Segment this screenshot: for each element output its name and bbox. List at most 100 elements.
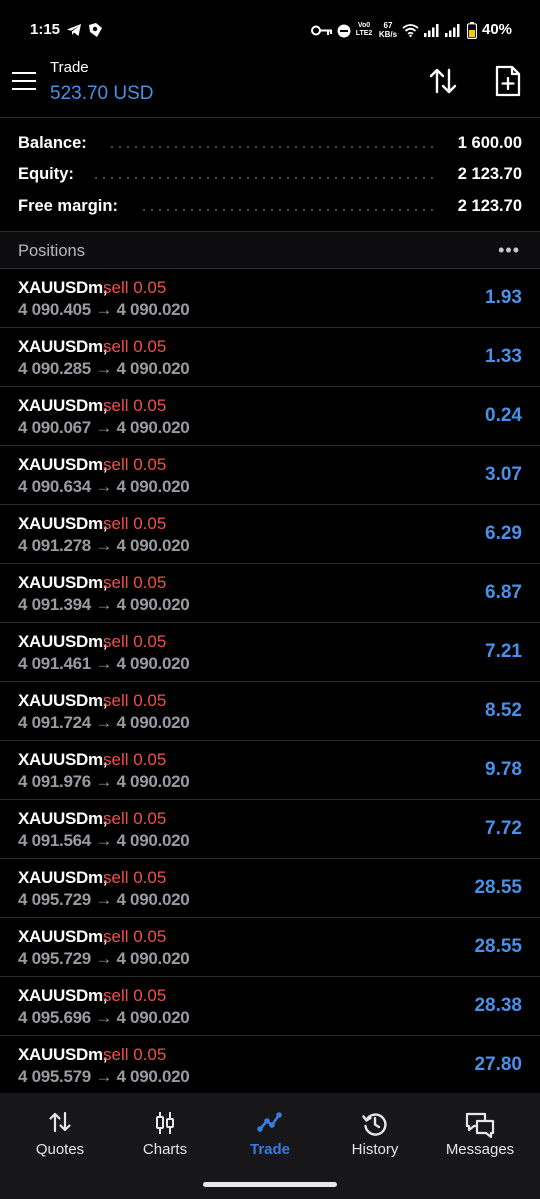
trade-icon <box>257 1112 282 1132</box>
balance-value: 1 600.00 <box>457 134 522 152</box>
position-profit: 27.80 <box>474 1054 522 1075</box>
messages-icon <box>465 1112 495 1139</box>
position-prices: 4 090.067 → 4 090.020 <box>18 418 190 437</box>
position-symbol: XAUUSDm, <box>18 337 108 356</box>
position-prices: 4 091.724 → 4 090.020 <box>18 713 190 732</box>
position-row[interactable]: XAUUSDm, sell 0.05 4 090.285 → 4 090.020… <box>0 327 540 386</box>
more-options-icon[interactable]: ••• <box>498 240 520 261</box>
position-symbol: XAUUSDm, <box>18 278 108 297</box>
position-symbol: XAUUSDm, <box>18 691 108 710</box>
position-row[interactable]: XAUUSDm, sell 0.05 4 095.729 → 4 090.020… <box>0 858 540 917</box>
position-symbol: XAUUSDm, <box>18 1045 108 1064</box>
position-row[interactable]: XAUUSDm, sell 0.05 4 095.696 → 4 090.020… <box>0 976 540 1035</box>
position-side: sell 0.05 <box>103 632 167 651</box>
position-row[interactable]: XAUUSDm, sell 0.05 4 091.976 → 4 090.020… <box>0 740 540 799</box>
nav-quotes[interactable]: Quotes <box>6 1093 114 1173</box>
position-row[interactable]: XAUUSDm, sell 0.05 4 091.564 → 4 090.020… <box>0 799 540 858</box>
position-side: sell 0.05 <box>103 337 167 356</box>
position-row[interactable]: XAUUSDm, sell 0.05 4 095.729 → 4 090.020… <box>0 917 540 976</box>
status-time: 1:15 <box>30 21 61 38</box>
position-row[interactable]: XAUUSDm, sell 0.05 4 091.724 → 4 090.020… <box>0 681 540 740</box>
position-side: sell 0.05 <box>103 573 167 592</box>
position-row[interactable]: XAUUSDm, sell 0.05 4 090.634 → 4 090.020… <box>0 445 540 504</box>
app-header: Trade 523.70 USD <box>0 56 540 116</box>
equity-label: Equity: <box>18 165 74 183</box>
position-prices: 4 091.461 → 4 090.020 <box>18 654 190 673</box>
do-not-disturb-icon <box>337 24 351 38</box>
nav-history-label: History <box>351 1141 399 1158</box>
battery-percent: 40% <box>482 21 513 38</box>
position-profit: 1.93 <box>485 287 522 308</box>
charts-icon <box>156 1112 174 1134</box>
position-row[interactable]: XAUUSDm, sell 0.05 4 091.461 → 4 090.020… <box>0 622 540 681</box>
position-prices: 4 090.405 → 4 090.020 <box>18 300 190 319</box>
leader-dots <box>140 209 438 211</box>
position-side: sell 0.05 <box>103 514 167 533</box>
nav-history[interactable]: History <box>321 1093 429 1173</box>
free-margin-row: Free margin: 2 123.70 <box>0 193 540 223</box>
nav-charts[interactable]: Charts <box>111 1093 219 1173</box>
position-profit: 6.87 <box>485 582 522 603</box>
position-prices: 4 091.394 → 4 090.020 <box>18 595 190 614</box>
position-prices: 4 090.634 → 4 090.020 <box>18 477 190 496</box>
leader-dots <box>108 146 438 148</box>
new-order-icon[interactable] <box>494 65 522 97</box>
vpn-key-icon <box>311 25 332 36</box>
position-prices: 4 095.729 → 4 090.020 <box>18 890 190 909</box>
balance-label: Balance: <box>18 134 87 152</box>
position-profit: 8.52 <box>485 700 522 721</box>
position-row[interactable]: XAUUSDm, sell 0.05 4 090.405 → 4 090.020… <box>0 268 540 327</box>
network-type-label: Vo0 LTE2 <box>355 22 373 37</box>
header-divider <box>0 117 540 118</box>
equity-row: Equity: 2 123.70 <box>0 161 540 191</box>
nav-messages-label: Messages <box>445 1141 515 1158</box>
position-symbol: XAUUSDm, <box>18 750 108 769</box>
speed-value: 67 <box>383 21 393 30</box>
history-icon <box>362 1113 387 1136</box>
position-prices: 4 091.976 → 4 090.020 <box>18 772 190 791</box>
position-profit: 3.07 <box>485 464 522 485</box>
wifi-icon <box>402 24 419 37</box>
position-prices: 4 095.579 → 4 090.020 <box>18 1067 190 1086</box>
menu-icon[interactable] <box>12 72 38 92</box>
free-margin-value: 2 123.70 <box>457 197 522 215</box>
position-side: sell 0.05 <box>103 868 167 887</box>
position-symbol: XAUUSDm, <box>18 514 108 533</box>
quotes-icon <box>49 1111 71 1133</box>
position-row[interactable]: XAUUSDm, sell 0.05 4 090.067 → 4 090.020… <box>0 386 540 445</box>
leader-dots <box>92 177 438 179</box>
position-symbol: XAUUSDm, <box>18 455 108 474</box>
home-indicator[interactable] <box>203 1182 337 1187</box>
position-row[interactable]: XAUUSDm, sell 0.05 4 095.579 → 4 090.020… <box>0 1035 540 1094</box>
nav-trade[interactable]: Trade <box>216 1093 324 1173</box>
positions-header: Positions ••• <box>0 232 540 268</box>
position-profit: 0.24 <box>485 405 522 426</box>
position-row[interactable]: XAUUSDm, sell 0.05 4 091.394 → 4 090.020… <box>0 563 540 622</box>
profit-total: 523.70 USD <box>50 83 154 104</box>
position-prices: 4 091.564 → 4 090.020 <box>18 831 190 850</box>
position-prices: 4 095.729 → 4 090.020 <box>18 949 190 968</box>
position-side: sell 0.05 <box>103 750 167 769</box>
position-profit: 28.38 <box>474 995 522 1016</box>
position-side: sell 0.05 <box>103 455 167 474</box>
sort-icon[interactable] <box>428 66 458 96</box>
positions-list: XAUUSDm, sell 0.05 4 090.405 → 4 090.020… <box>0 268 540 1094</box>
nav-messages[interactable]: Messages <box>426 1093 534 1173</box>
free-margin-label: Free margin: <box>18 197 118 215</box>
position-profit: 6.29 <box>485 523 522 544</box>
position-side: sell 0.05 <box>103 691 167 710</box>
position-profit: 9.78 <box>485 759 522 780</box>
page-title: Trade <box>50 59 89 76</box>
position-symbol: XAUUSDm, <box>18 809 108 828</box>
signal-sim2-icon <box>445 24 460 37</box>
position-prices: 4 090.285 → 4 090.020 <box>18 359 190 378</box>
position-symbol: XAUUSDm, <box>18 986 108 1005</box>
position-row[interactable]: XAUUSDm, sell 0.05 4 091.278 → 4 090.020… <box>0 504 540 563</box>
position-side: sell 0.05 <box>103 927 167 946</box>
position-profit: 7.21 <box>485 641 522 662</box>
position-symbol: XAUUSDm, <box>18 573 108 592</box>
signal-sim1-icon <box>424 24 439 37</box>
battery-icon <box>467 22 477 39</box>
position-profit: 28.55 <box>474 936 522 957</box>
balance-row: Balance: 1 600.00 <box>0 130 540 160</box>
